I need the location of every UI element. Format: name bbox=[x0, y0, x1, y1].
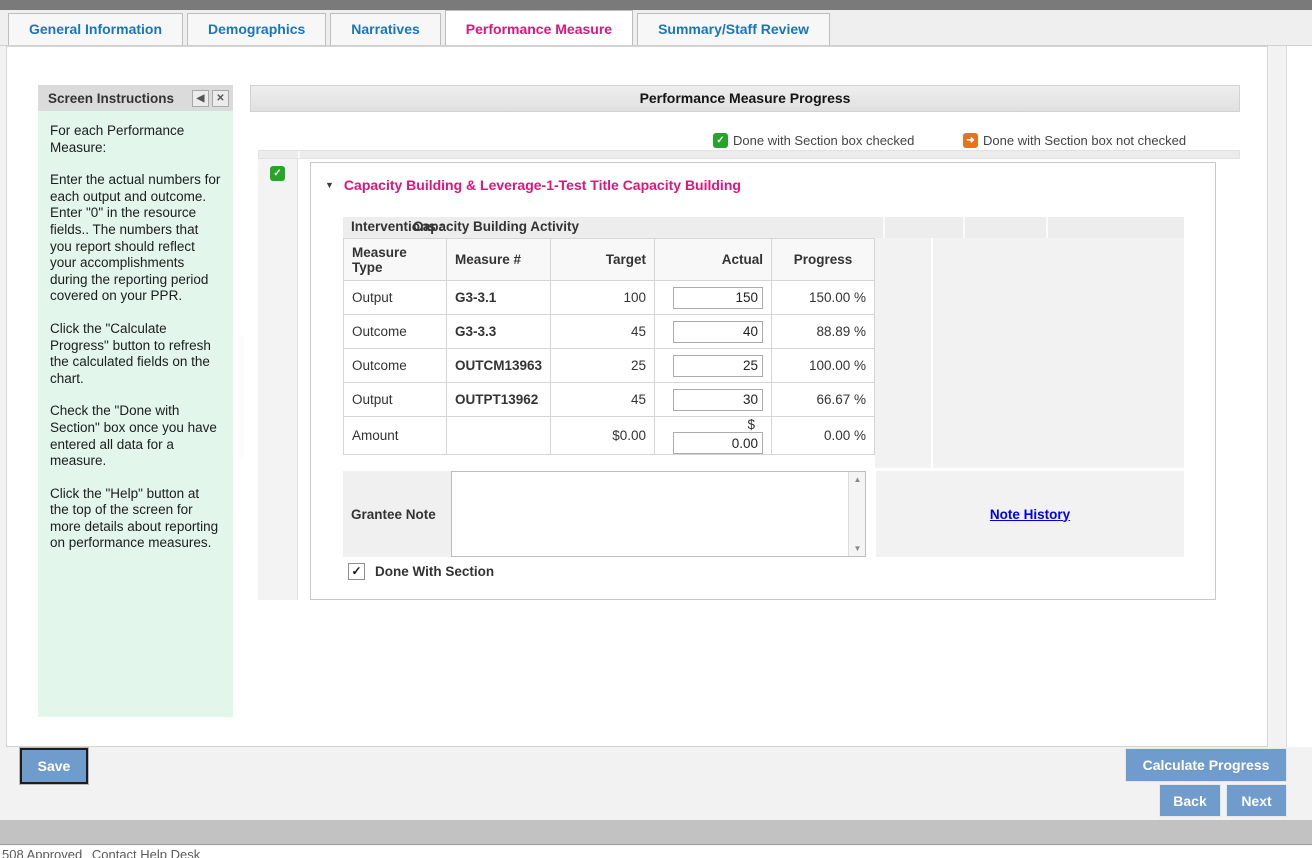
progress-value: 66.67 % bbox=[772, 383, 875, 417]
measure-num-empty bbox=[447, 417, 551, 455]
actual-input[interactable] bbox=[673, 287, 763, 309]
actual-input[interactable] bbox=[673, 389, 763, 411]
screen-instructions-title: Screen Instructions bbox=[48, 91, 189, 106]
footer-contact-help-desk-link[interactable]: Contact Help Desk bbox=[92, 847, 200, 858]
col-measure-num: Measure # bbox=[447, 239, 551, 281]
footer-508-approved: 508 Approved bbox=[2, 847, 82, 858]
target-value: 25 bbox=[551, 349, 655, 383]
col-actual: Actual bbox=[655, 239, 772, 281]
amount-row: Amount $0.00 $ 0.00 % bbox=[344, 417, 875, 455]
target-value: 45 bbox=[551, 383, 655, 417]
legend-unchecked-label: Done with Section box not checked bbox=[983, 133, 1186, 148]
side-panel-narrow bbox=[875, 238, 931, 468]
done-with-section-checkbox[interactable]: ✓ bbox=[348, 563, 365, 580]
back-button[interactable]: Back bbox=[1159, 784, 1221, 817]
progress-value: 150.00 % bbox=[772, 281, 875, 315]
currency-symbol: $ bbox=[663, 417, 763, 432]
tab-demographics[interactable]: Demographics bbox=[187, 13, 326, 45]
textarea-scrollbar[interactable]: ▲ ▼ bbox=[848, 472, 865, 556]
save-button[interactable]: Save bbox=[20, 748, 88, 784]
section-title: Capacity Building & Leverage-1-Test Titl… bbox=[344, 177, 741, 193]
top-chrome-strip bbox=[0, 0, 1312, 10]
measure-type: Output bbox=[344, 383, 447, 417]
note-history-link[interactable]: Note History bbox=[990, 507, 1070, 522]
table-row: Outcome G3-3.3 45 88.89 % bbox=[344, 315, 875, 349]
unchecked-section-icon: ➜ bbox=[963, 133, 978, 148]
note-history-panel: Note History bbox=[876, 471, 1184, 557]
interventions-value: Capacity Building Activity bbox=[413, 219, 579, 234]
measure-type: Output bbox=[344, 281, 447, 315]
tab-performance-measure[interactable]: Performance Measure bbox=[445, 10, 633, 45]
amount-input[interactable] bbox=[673, 432, 763, 454]
target-value: 100 bbox=[551, 281, 655, 315]
next-button[interactable]: Next bbox=[1226, 784, 1287, 817]
screen-instructions-panel: Screen Instructions ◀ ✕ For each Perform… bbox=[38, 85, 233, 717]
measure-num: OUTPT13962 bbox=[447, 383, 551, 417]
grantee-note-field: ▲ ▼ bbox=[451, 471, 866, 557]
grantee-note-textarea[interactable] bbox=[452, 472, 848, 556]
side-panel-wide bbox=[933, 238, 1184, 468]
sidebar-drag-handle[interactable] bbox=[239, 335, 244, 460]
legend-checked: ✓ Done with Section box checked bbox=[713, 133, 914, 148]
footer-bar bbox=[0, 820, 1312, 845]
target-value: 45 bbox=[551, 315, 655, 349]
collapse-triangle-icon[interactable]: ▼ bbox=[325, 180, 334, 190]
interventions-bar: Interventions : Capacity Building Activi… bbox=[343, 217, 1184, 238]
scroll-up-icon[interactable]: ▲ bbox=[849, 472, 866, 487]
section-status-column: ✓ bbox=[258, 159, 298, 600]
measure-num: G3-3.1 bbox=[447, 281, 551, 315]
section-collapse-header[interactable]: ▼ Capacity Building & Leverage-1-Test Ti… bbox=[325, 177, 741, 193]
right-gutter bbox=[1286, 46, 1312, 747]
tab-summary-staff-review[interactable]: Summary/Staff Review bbox=[637, 13, 830, 45]
section-done-status-icon: ✓ bbox=[270, 166, 285, 181]
calculate-progress-button[interactable]: Calculate Progress bbox=[1125, 748, 1287, 782]
col-progress: Progress bbox=[772, 239, 875, 281]
measure-num: OUTCM13963 bbox=[447, 349, 551, 383]
tab-general-information[interactable]: General Information bbox=[8, 13, 183, 45]
measure-type: Amount bbox=[344, 417, 447, 455]
measure-type: Outcome bbox=[344, 315, 447, 349]
actual-input[interactable] bbox=[673, 321, 763, 343]
footer-area: 508 Approved Contact Help Desk bbox=[0, 846, 1312, 858]
screen-instructions-header: Screen Instructions ◀ ✕ bbox=[38, 85, 233, 111]
col-target: Target bbox=[551, 239, 655, 281]
table-row: Outcome OUTCM13963 25 100.00 % bbox=[344, 349, 875, 383]
instruction-paragraph: Click the "Help" button at the top of th… bbox=[50, 486, 221, 552]
target-value: $0.00 bbox=[551, 417, 655, 455]
instruction-paragraph: Click the "Calculate Progress" button to… bbox=[50, 321, 221, 387]
progress-value: 100.00 % bbox=[772, 349, 875, 383]
tab-narratives[interactable]: Narratives bbox=[330, 13, 441, 45]
tab-bar: General Information Demographics Narrati… bbox=[0, 10, 1312, 46]
measure-num: G3-3.3 bbox=[447, 315, 551, 349]
legend-unchecked: ➜ Done with Section box not checked bbox=[963, 133, 1186, 148]
table-row: Output G3-3.1 100 150.00 % bbox=[344, 281, 875, 315]
instruction-paragraph: Check the "Done with Section" box once y… bbox=[50, 403, 221, 469]
measures-table: Measure Type Measure # Target Actual Pro… bbox=[343, 238, 875, 455]
collapse-panel-icon[interactable]: ◀ bbox=[192, 90, 209, 107]
performance-measure-section: ▼ Capacity Building & Leverage-1-Test Ti… bbox=[310, 162, 1216, 600]
progress-value: 0.00 % bbox=[772, 417, 875, 455]
measure-type: Outcome bbox=[344, 349, 447, 383]
close-panel-icon[interactable]: ✕ bbox=[212, 90, 229, 107]
app-window: General Information Demographics Narrati… bbox=[0, 0, 1312, 858]
done-with-section: ✓ Done With Section bbox=[348, 563, 494, 580]
table-header-row: Measure Type Measure # Target Actual Pro… bbox=[344, 239, 875, 281]
table-row: Output OUTPT13962 45 66.67 % bbox=[344, 383, 875, 417]
checked-section-icon: ✓ bbox=[713, 133, 728, 148]
progress-value: 88.89 % bbox=[772, 315, 875, 349]
section-list-header-strip bbox=[258, 150, 1240, 159]
legend-checked-label: Done with Section box checked bbox=[733, 133, 914, 148]
grantee-note-label: Grantee Note bbox=[343, 471, 451, 557]
page-title: Performance Measure Progress bbox=[250, 85, 1240, 112]
actual-input[interactable] bbox=[673, 355, 763, 377]
scroll-down-icon[interactable]: ▼ bbox=[849, 541, 866, 556]
col-measure-type: Measure Type bbox=[344, 239, 447, 281]
instruction-paragraph: For each Performance Measure: bbox=[50, 123, 221, 156]
screen-instructions-body: For each Performance Measure: Enter the … bbox=[38, 111, 233, 552]
done-with-section-label: Done With Section bbox=[375, 564, 494, 579]
instruction-paragraph: Enter the actual numbers for each output… bbox=[50, 172, 221, 305]
